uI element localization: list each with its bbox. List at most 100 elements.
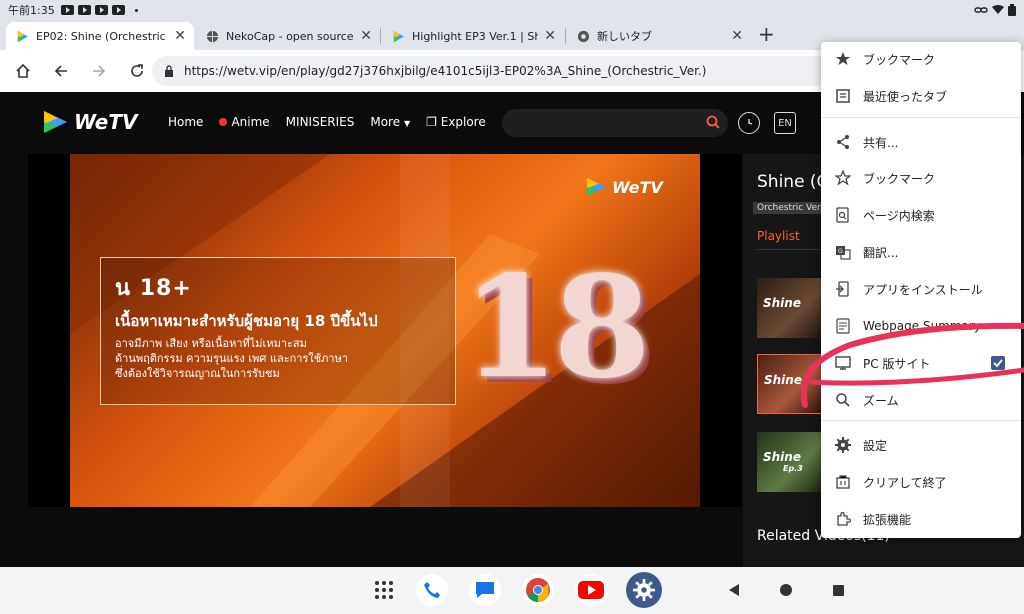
wetv-favicon-icon	[17, 30, 29, 42]
video-watermark-logo: WeTV	[585, 177, 663, 197]
menu-item-share[interactable]: 共有...	[821, 128, 1021, 156]
status-time: 午前1:35	[8, 4, 55, 17]
address-bar[interactable]: https://wetv.vip/en/play/gd27j376hxjbilg…	[152, 56, 852, 86]
menu-item-find-in-page[interactable]: ページ内検索	[821, 201, 1021, 229]
settings-icon	[833, 437, 853, 453]
tab-ep02[interactable]: EP02: Shine (Orchestric Ver.) ✕	[6, 22, 194, 50]
episode-thumbnail-2[interactable]: Shine	[757, 354, 823, 414]
tab-nekocap[interactable]: NekoCap - open source web ✕	[196, 22, 380, 50]
nav-explore-label: Explore	[440, 115, 486, 129]
menu-item-bookmarks[interactable]: ブックマーク	[821, 45, 1021, 73]
close-tab-icon[interactable]: ✕	[174, 28, 186, 44]
menu-item-desktop-site[interactable]: PC 版サイト	[821, 349, 1021, 377]
menu-label: アプリをインストール	[863, 282, 983, 297]
menu-item-add-bookmark[interactable]: ブックマーク	[821, 164, 1021, 192]
tab-highlight[interactable]: Highlight EP3 Ver.1 | Shine - ✕	[382, 22, 564, 50]
close-tab-icon[interactable]: ✕	[360, 28, 372, 44]
episode-thumbnail-3[interactable]: Shine Ep.3	[757, 432, 823, 492]
zoom-icon	[833, 392, 853, 408]
menu-separator	[821, 420, 1021, 421]
tab-title: EP02: Shine (Orchestric Ver.)	[36, 29, 168, 43]
nav-home[interactable]: Home	[168, 115, 203, 129]
close-tab-icon[interactable]: ✕	[731, 28, 743, 44]
system-icons	[974, 4, 1016, 16]
thumb-text: Shine	[763, 296, 801, 310]
clock-icon	[748, 119, 753, 125]
site-nav: Home Anime MINISERIES More ▼ ❐ Explore	[168, 115, 486, 129]
rating-line-2: ด้านพฤติกรรม ความรุนแรง เพศ และการใช้ภาษ…	[115, 352, 349, 365]
forward-button[interactable]	[80, 52, 118, 90]
messages-app[interactable]	[469, 574, 501, 606]
video-frame[interactable]: WeTV น 18+ เนื้อหาเหมาะสำหรับผู้ชมอายุ 1…	[70, 154, 700, 507]
reload-button[interactable]	[118, 52, 156, 90]
home-icon	[16, 63, 30, 78]
desktop-site-checkbox[interactable]	[991, 356, 1005, 370]
caret-down-icon: ▼	[403, 119, 411, 128]
chrome-app[interactable]	[522, 574, 554, 606]
menu-item-zoom[interactable]: ズーム	[821, 386, 1021, 414]
video-player[interactable]: WeTV น 18+ เนื้อหาเหมาะสำหรับผู้ชมอายุ 1…	[28, 154, 742, 507]
menu-label: ズーム	[863, 393, 899, 408]
new-tab-button[interactable]: +	[758, 22, 775, 46]
menu-label: Webpage Summary	[863, 319, 981, 333]
battery-icon	[1008, 4, 1016, 16]
phone-app[interactable]	[416, 574, 448, 606]
history-clock-icon[interactable]	[738, 112, 760, 134]
nav-back-button[interactable]	[718, 574, 750, 606]
desktop-icon	[833, 355, 853, 371]
menu-item-webpage-summary[interactable]: Webpage Summary	[821, 312, 1021, 340]
browser-overflow-menu: ブックマーク 最近使ったタブ 共有... ブックマーク ページ内検索 G 翻訳.…	[821, 42, 1021, 538]
clear-exit-icon	[833, 474, 853, 490]
logo-text: WeTV	[74, 110, 138, 134]
nav-anime[interactable]: Anime	[219, 115, 270, 129]
menu-item-translate[interactable]: G 翻訳...	[821, 238, 1021, 266]
episode-thumbnail-1[interactable]: Shine	[757, 278, 823, 338]
nav-more[interactable]: More ▼	[370, 115, 410, 129]
rating-line-3: ซึ่งต้องใช้วิจารณญาณในการรับชม	[115, 367, 280, 380]
menu-item-recent-tabs[interactable]: 最近使ったタブ	[821, 82, 1021, 110]
search-icon[interactable]	[706, 115, 720, 129]
watermark-text: WeTV	[612, 177, 663, 197]
settings-app[interactable]	[626, 572, 662, 608]
rating-big-number: 18	[462, 246, 651, 410]
url-text: https://wetv.vip/en/play/gd27j376hxjbilg…	[184, 64, 707, 78]
menu-item-install-app[interactable]: アプリをインストール	[821, 275, 1021, 303]
youtube-notification-icon	[111, 5, 125, 15]
thumb-text: Shine	[763, 450, 801, 464]
menu-item-clear-and-exit[interactable]: クリアして終了	[821, 468, 1021, 496]
translate-icon: G	[833, 244, 853, 260]
nav-home-button[interactable]	[770, 574, 802, 606]
nav-explore[interactable]: ❐ Explore	[426, 115, 486, 129]
age-rating-notice: น 18+ เนื้อหาเหมาะสำหรับผู้ชมอายุ 18 ปีข…	[100, 257, 456, 405]
star-outline-icon	[833, 170, 853, 186]
back-button[interactable]	[42, 52, 80, 90]
site-search-input[interactable]	[502, 109, 728, 137]
summary-icon	[833, 318, 853, 334]
triangle-back-icon	[729, 584, 739, 596]
status-bar: 午前1:35	[0, 0, 1024, 20]
nav-more-label: More	[370, 115, 401, 129]
wetv-logo-icon	[586, 177, 606, 197]
close-tab-icon[interactable]: ✕	[544, 28, 556, 44]
youtube-app[interactable]	[575, 574, 607, 606]
thumb-sub: Ep.3	[783, 464, 803, 473]
menu-label: ブックマーク	[863, 171, 936, 186]
playlist-tab[interactable]: Playlist	[757, 229, 800, 243]
anime-icon	[219, 118, 228, 126]
menu-item-settings[interactable]: 設定	[821, 431, 1021, 459]
explore-icon: ❐	[426, 115, 437, 129]
nav-miniseries[interactable]: MINISERIES	[286, 115, 355, 129]
menu-item-extensions[interactable]: 拡張機能	[821, 505, 1021, 533]
tab-new-tab[interactable]: 新しいタブ ✕	[567, 22, 751, 50]
messages-icon	[476, 582, 494, 598]
language-button[interactable]: EN	[774, 112, 796, 134]
wetv-logo[interactable]: WeTV	[42, 110, 137, 134]
menu-label: 設定	[863, 438, 888, 453]
find-in-page-icon	[833, 207, 853, 223]
nav-recents-button[interactable]	[822, 574, 854, 606]
system-navigation-bar	[0, 567, 1024, 614]
home-button[interactable]	[4, 52, 42, 90]
checkmark-icon	[993, 359, 1003, 368]
youtube-notification-icon	[60, 5, 74, 15]
app-drawer-button[interactable]	[368, 574, 400, 606]
